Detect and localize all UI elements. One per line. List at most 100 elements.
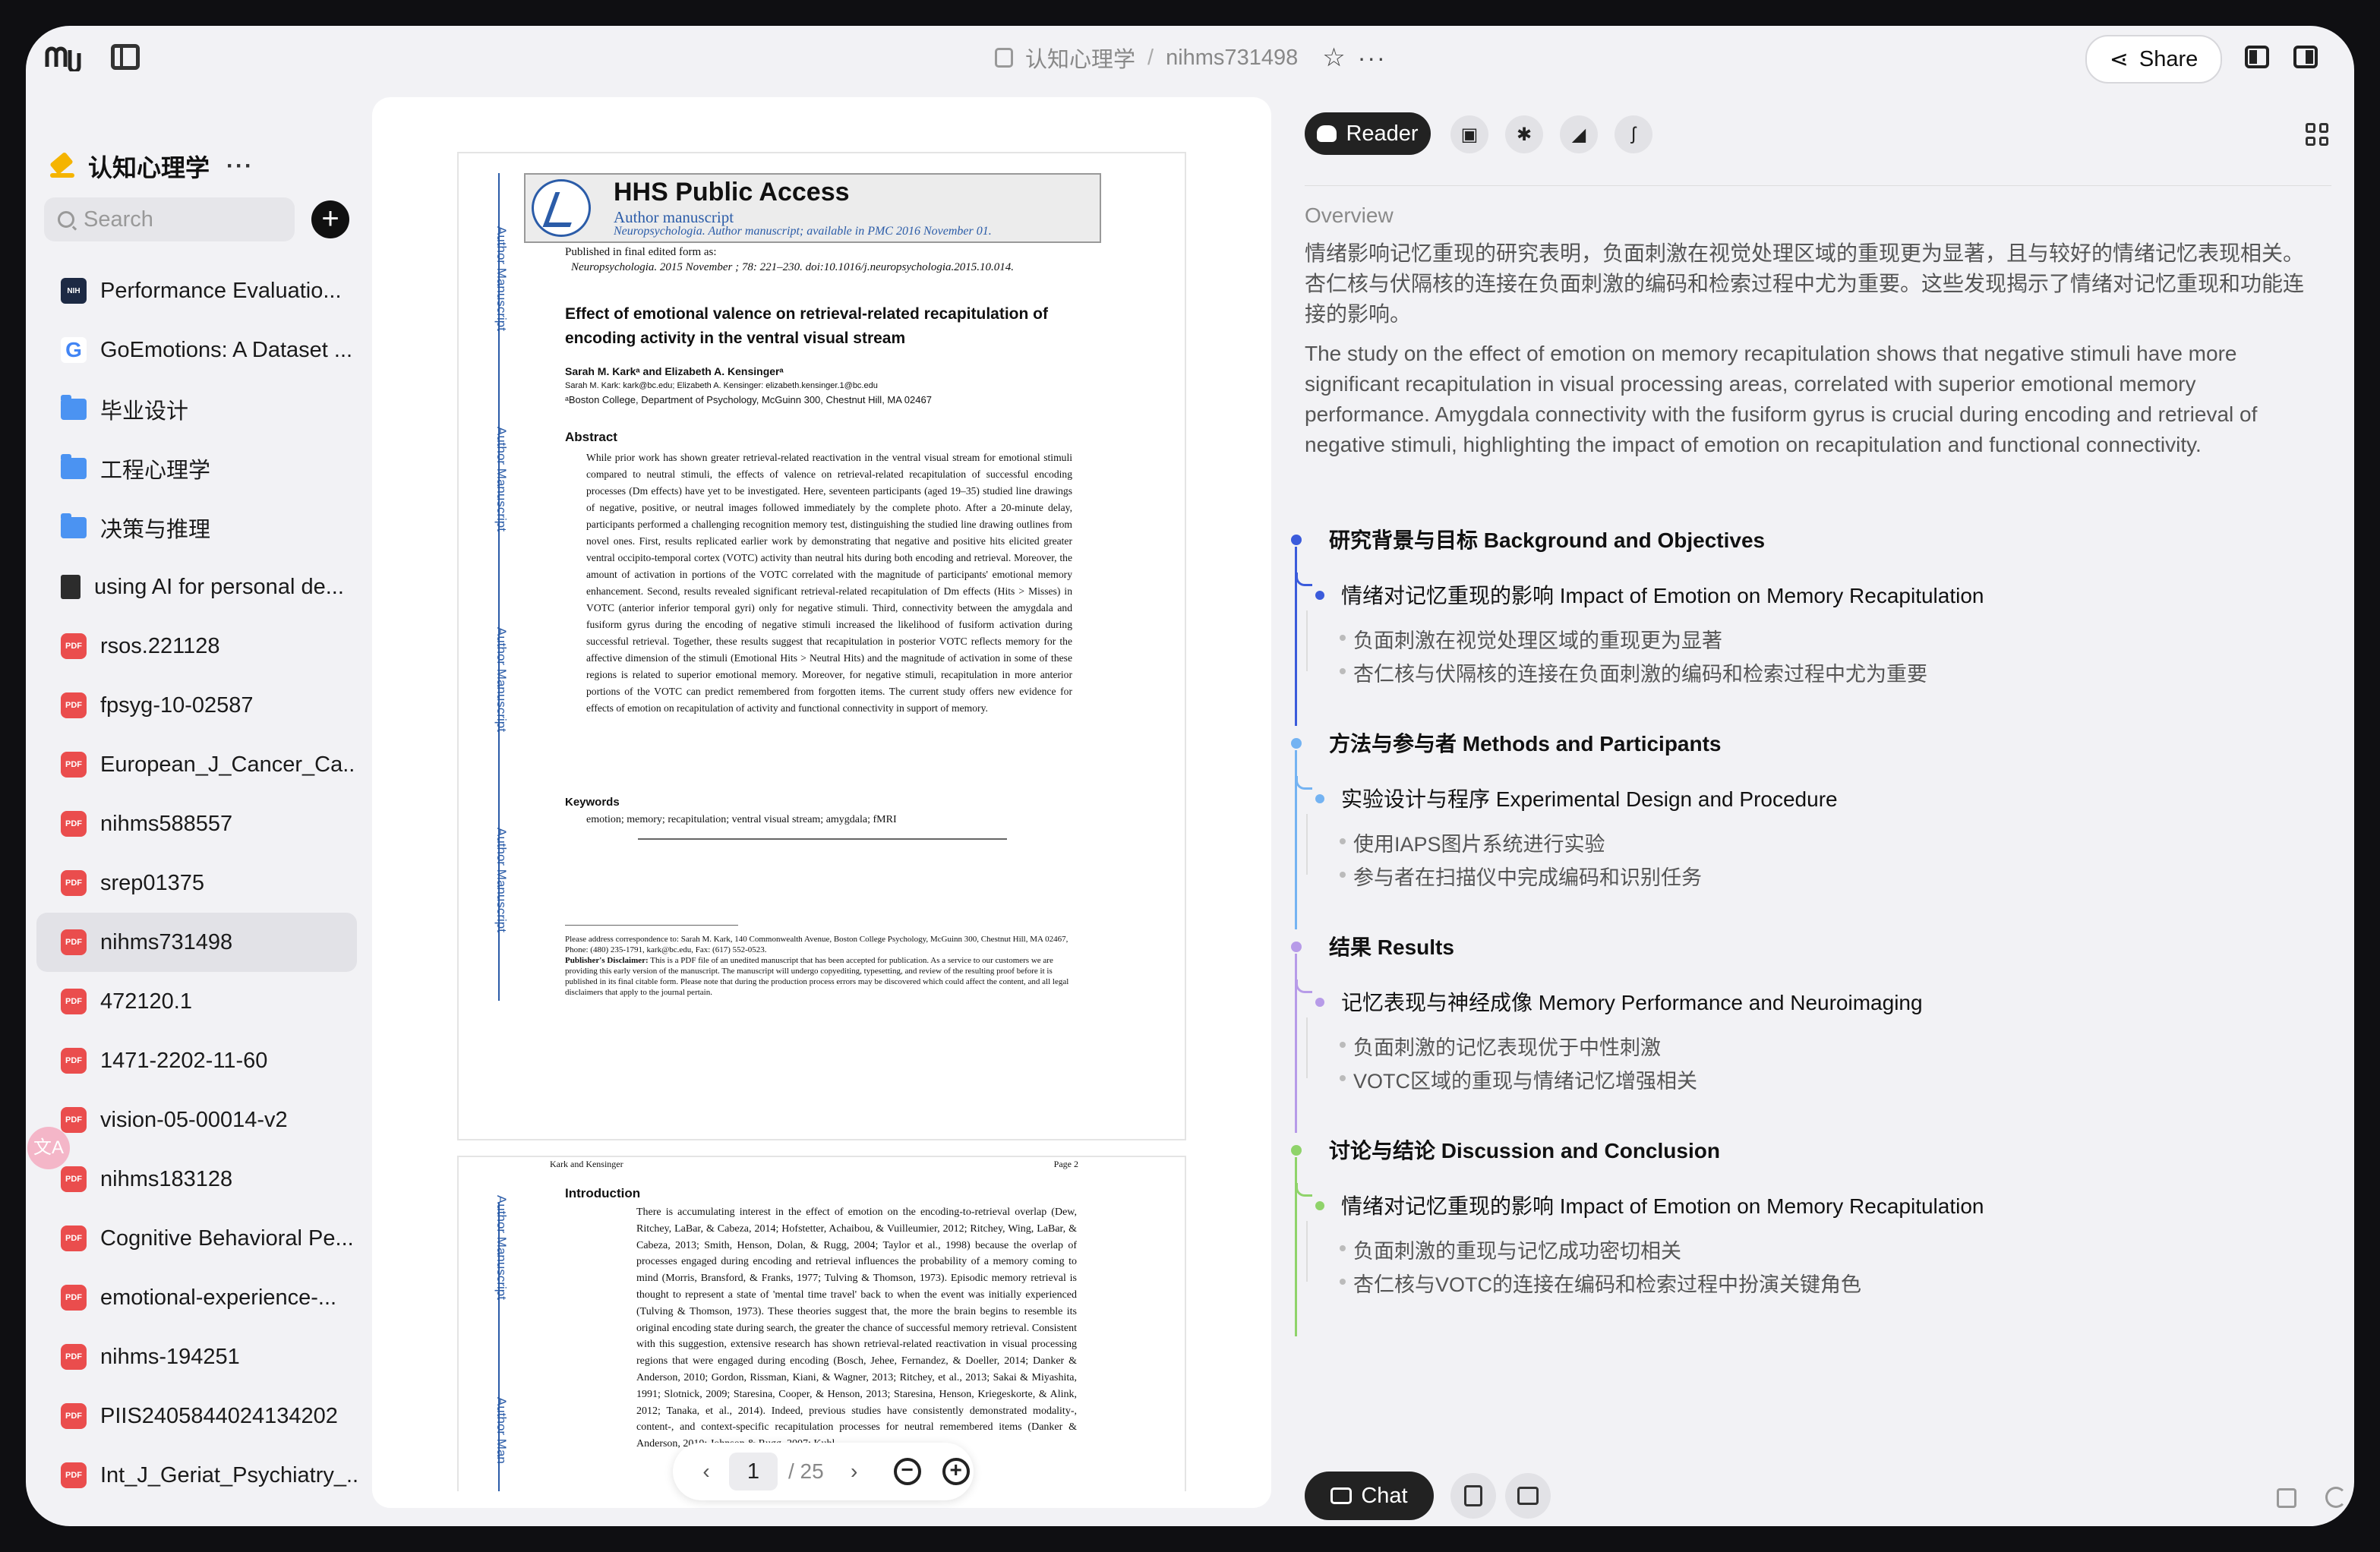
footnote: Please address correspondence to: Sarah …: [565, 934, 1081, 998]
running-head: Kark and Kensinger: [550, 1159, 623, 1169]
mind-map-leaf[interactable]: 负面刺激的重现与记忆成功密切相关: [1340, 1235, 1681, 1264]
breadcrumb-workspace[interactable]: 认知心理学: [1025, 42, 1135, 74]
subsection-title[interactable]: 情绪对记忆重现的影响 Impact of Emotion on Memory R…: [1341, 1190, 1984, 1220]
app-logo-icon[interactable]: [44, 44, 84, 71]
sidebar-item-label: European_J_Cancer_Ca...: [100, 752, 357, 777]
leaf-connector: [1306, 610, 1308, 671]
leaf-connector: [1306, 1017, 1308, 1078]
subsection-node-dot: [1315, 794, 1324, 803]
critter-icon[interactable]: ✱: [1505, 115, 1543, 153]
leaf-connector: [1306, 1221, 1308, 1282]
zoom-out-icon[interactable]: −: [893, 1458, 921, 1485]
sidebar-item[interactable]: G GoEmotions: A Dataset ...: [36, 320, 357, 380]
refresh-icon[interactable]: [2325, 1487, 2347, 1508]
sidebar-item[interactable]: PDF 1471-2202-11-60: [36, 1031, 357, 1090]
mind-map-leaf[interactable]: 杏仁核与伏隔核的连接在负面刺激的编码和检索过程中尤为重要: [1340, 658, 1927, 687]
chat-button[interactable]: Chat: [1305, 1472, 1434, 1520]
sidebar-item-label: 1471-2202-11-60: [100, 1048, 268, 1073]
sidebar-item[interactable]: PDF vision-05-00014-v2: [36, 1090, 357, 1150]
sidebar-item-label: nihms-194251: [100, 1344, 240, 1369]
workspace-header[interactable]: 认知心理学 ···: [50, 147, 254, 185]
sidebar-item[interactable]: PDF nihms731498: [36, 913, 357, 972]
sidebar-toggle-icon[interactable]: [111, 44, 140, 70]
mind-map-leaf[interactable]: VOTC区域的重现与情绪记忆增强相关: [1339, 1065, 1697, 1094]
branch-connector: [1296, 1183, 1312, 1197]
sidebar-item[interactable]: PDF nihms-194251: [36, 1327, 357, 1386]
sidebar-item[interactable]: PDF Int_J_Geriat_Psychiatry_...: [36, 1446, 357, 1505]
zoom-in-icon[interactable]: +: [942, 1458, 970, 1485]
ai-reader-panel: Reader ▣ ✱ ◢ ʃ Overview 情绪影响记忆重现的研究表明，负面…: [1291, 97, 2354, 1526]
sidebar-item[interactable]: 决策与推理: [36, 498, 357, 557]
chat-icon: [1330, 1487, 1353, 1504]
next-page-icon[interactable]: ›: [832, 1459, 877, 1484]
introduction-heading: Introduction: [565, 1186, 641, 1200]
sidebar-item[interactable]: PDF nihms588557: [36, 794, 357, 853]
affiliation: ᵃBoston College, Department of Psycholog…: [565, 394, 932, 405]
sidebar-item-label: vision-05-00014-v2: [100, 1107, 288, 1132]
sidebar-item[interactable]: using AI for personal de...: [36, 557, 357, 617]
add-widget-icon[interactable]: [2306, 123, 2328, 146]
pdf-page-1: Author Manuscript Author Manuscript Auth…: [457, 152, 1186, 1140]
sidebar-item[interactable]: PDF 472120.1: [36, 972, 357, 1031]
nih-icon: NIH: [61, 278, 87, 304]
right-panel-layout-icon[interactable]: [2293, 46, 2318, 68]
keywords-heading: Keywords: [565, 796, 620, 809]
pdf-viewer[interactable]: Author Manuscript Author Manuscript Auth…: [372, 97, 1271, 1508]
sidebar-item[interactable]: PDF Cognitive Behavioral Pe...: [36, 1209, 357, 1268]
authors-block: Sarah M. Karkᵃ and Elizabeth A. Kensinge…: [565, 363, 932, 409]
copy-icon[interactable]: [2277, 1488, 2296, 1508]
sidebar-item[interactable]: PDF PIIS2405844024134202: [36, 1386, 357, 1446]
left-panel-layout-icon[interactable]: [2245, 46, 2269, 68]
google-icon: G: [61, 337, 87, 363]
previous-page-icon[interactable]: ‹: [683, 1459, 729, 1484]
section-title[interactable]: 讨论与结论 Discussion and Conclusion: [1329, 1134, 1720, 1165]
section-title[interactable]: 研究背景与目标 Background and Objectives: [1329, 524, 1765, 554]
pdf-icon: PDF: [61, 692, 87, 718]
reader-tab[interactable]: Reader: [1305, 112, 1431, 155]
star-icon[interactable]: ☆: [1322, 43, 1345, 73]
search-placeholder: Search: [84, 207, 153, 232]
current-page-input[interactable]: 1: [729, 1453, 778, 1490]
mind-map-leaf[interactable]: 杏仁核与VOTC的连接在编码和检索过程中扮演关键角色: [1339, 1268, 1861, 1298]
translate-icon[interactable]: 文A: [27, 1127, 70, 1169]
bird-icon[interactable]: ◢: [1560, 115, 1598, 153]
sidebar-item[interactable]: PDF srep01375: [36, 853, 357, 913]
sidebar-item[interactable]: 毕业设计: [36, 380, 357, 439]
sidebar-item[interactable]: 工程心理学: [36, 439, 357, 498]
sidebar-item-label: 决策与推理: [100, 518, 211, 542]
pdf-icon: PDF: [61, 1285, 87, 1311]
sidebar-item-label: GoEmotions: A Dataset ...: [100, 337, 353, 362]
summarize-doc-button[interactable]: [1450, 1473, 1496, 1519]
sidebar-item[interactable]: NIH Performance Evaluatio...: [36, 261, 357, 320]
subsection-title[interactable]: 记忆表现与神经成像 Memory Performance and Neuroim…: [1341, 986, 1923, 1017]
sidebar-item[interactable]: PDF nihms183128: [36, 1150, 357, 1209]
search-input[interactable]: Search: [44, 197, 295, 241]
sidebar-item[interactable]: PDF European_J_Cancer_Ca...: [36, 735, 357, 794]
subsection-node-dot: [1315, 998, 1324, 1007]
breadcrumb-document[interactable]: nihms731498: [1166, 46, 1298, 71]
branch-connector: [1296, 979, 1312, 993]
sidebar-item[interactable]: PDF rsos.221128: [36, 617, 357, 676]
mind-map-leaf[interactable]: 负面刺激的记忆表现优于中性刺激: [1340, 1031, 1661, 1061]
seahorse-icon[interactable]: ʃ: [1615, 115, 1652, 153]
subsection-title[interactable]: 情绪对记忆重现的影响 Impact of Emotion on Memory R…: [1341, 579, 1984, 610]
lock-icon: [995, 48, 1013, 68]
robot-icon[interactable]: ▣: [1450, 115, 1488, 153]
hhs-title: HHS Public Access: [614, 178, 850, 207]
mind-map-leaf[interactable]: 参与者在扫描仪中完成编码和识别任务: [1340, 861, 1702, 891]
mind-map-leaf[interactable]: 负面刺激在视觉处理区域的重现更为显著: [1340, 624, 1722, 654]
add-button[interactable]: +: [311, 200, 349, 238]
document-icon: [1464, 1485, 1482, 1506]
sidebar-item[interactable]: PDF emotional-experience-...: [36, 1268, 357, 1327]
sidebar-item[interactable]: PDF fpsyg-10-02587: [36, 676, 357, 735]
subsection-title[interactable]: 实验设计与程序 Experimental Design and Procedur…: [1341, 783, 1838, 813]
section-title[interactable]: 方法与参与者 Methods and Participants: [1329, 727, 1722, 758]
more-options-icon[interactable]: ···: [1358, 44, 1387, 72]
section-title[interactable]: 结果 Results: [1329, 931, 1454, 961]
page-number: Page 2: [1053, 1159, 1078, 1169]
abstract-text: While prior work has shown greater retri…: [586, 452, 1072, 714]
mind-map-leaf[interactable]: 使用IAPS图片系统进行实验: [1340, 828, 1605, 857]
workspace-more-icon[interactable]: ···: [226, 153, 254, 179]
share-button[interactable]: ⋖ Share: [2085, 35, 2222, 84]
image-button[interactable]: [1505, 1473, 1551, 1519]
